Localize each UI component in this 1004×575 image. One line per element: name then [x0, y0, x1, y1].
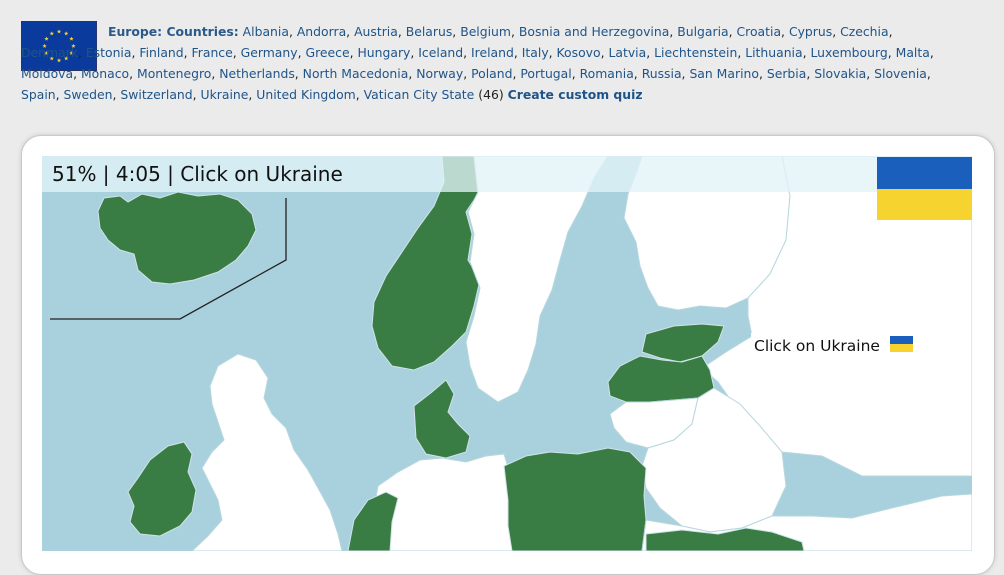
country-link[interactable]: Hungary: [357, 45, 410, 60]
create-custom-quiz-link[interactable]: Create custom quiz: [508, 87, 643, 102]
country-link[interactable]: Kosovo: [557, 45, 601, 60]
country-estonia: [641, 323, 725, 363]
country-link[interactable]: Serbia: [767, 66, 806, 81]
country-latvia: [607, 355, 715, 403]
country-link[interactable]: Bulgaria: [677, 24, 728, 39]
country-link[interactable]: Ukraine: [201, 87, 249, 102]
country-link[interactable]: Luxembourg: [811, 45, 888, 60]
country-link[interactable]: Slovakia: [814, 66, 866, 81]
country-link[interactable]: Monaco: [81, 66, 129, 81]
country-link[interactable]: France: [192, 45, 233, 60]
country-link[interactable]: Sweden: [64, 87, 113, 102]
country-link[interactable]: Slovenia: [874, 66, 927, 81]
country-ireland: [127, 441, 197, 537]
hover-tooltip: Click on Ukraine: [751, 333, 917, 357]
country-link[interactable]: Austria: [354, 24, 398, 39]
country-link[interactable]: Norway: [416, 66, 463, 81]
country-link[interactable]: Greece: [305, 45, 349, 60]
country-link[interactable]: Germany: [241, 45, 298, 60]
country-link[interactable]: Malta: [896, 45, 930, 60]
country-link[interactable]: Czechia: [840, 24, 888, 39]
country-sweden[interactable]: [465, 156, 609, 403]
country-link[interactable]: Estonia: [86, 45, 132, 60]
country-link[interactable]: Portugal: [520, 66, 571, 81]
country-link[interactable]: Switzerland: [120, 87, 192, 102]
country-united-kingdom[interactable]: [191, 353, 343, 551]
country-link[interactable]: Moldova: [21, 66, 73, 81]
country-link[interactable]: Vatican City State: [364, 87, 475, 102]
country-link[interactable]: Italy: [522, 45, 549, 60]
country-count: (46): [478, 87, 504, 102]
country-link[interactable]: Denmark: [21, 45, 78, 60]
country-link[interactable]: Iceland: [418, 45, 463, 60]
country-link[interactable]: Lithuania: [745, 45, 802, 60]
country-link[interactable]: Belarus: [406, 24, 453, 39]
country-link[interactable]: Spain: [21, 87, 56, 102]
quiz-status: 51% | 4:05 | Click on Ukraine: [52, 162, 343, 186]
country-link[interactable]: Croatia: [737, 24, 782, 39]
country-denmark: [413, 379, 471, 459]
country-link[interactable]: Bosnia and Herzegovina: [519, 24, 669, 39]
country-link[interactable]: Albania: [243, 24, 289, 39]
country-link[interactable]: Montenegro: [137, 66, 211, 81]
hover-tooltip-label: Click on Ukraine: [754, 337, 880, 355]
country-link[interactable]: Finland: [139, 45, 183, 60]
ukraine-flag-icon: [877, 157, 972, 220]
country-link[interactable]: Latvia: [608, 45, 646, 60]
country-link[interactable]: Netherlands: [219, 66, 295, 81]
ukraine-mini-flag-icon: [889, 336, 913, 352]
country-link[interactable]: United Kingdom: [256, 87, 355, 102]
country-link[interactable]: Poland: [471, 66, 512, 81]
list-heading: Europe: Countries:: [108, 24, 239, 39]
country-link[interactable]: Russia: [642, 66, 682, 81]
country-link[interactable]: San Marino: [689, 66, 759, 81]
country-poland: [503, 447, 647, 551]
country-list: Europe: Countries: Albania, Andorra, Aus…: [21, 24, 934, 102]
country-link[interactable]: Cyprus: [789, 24, 832, 39]
country-iceland: [97, 191, 257, 285]
country-link[interactable]: Liechtenstein: [654, 45, 737, 60]
header: Europe: Countries: Albania, Andorra, Aus…: [0, 0, 1004, 130]
country-link[interactable]: North Macedonia: [303, 66, 409, 81]
country-link[interactable]: Andorra: [297, 24, 346, 39]
country-link[interactable]: Ireland: [471, 45, 514, 60]
country-netherlands: [347, 491, 399, 551]
country-link[interactable]: Romania: [580, 66, 634, 81]
country-link[interactable]: Belgium: [460, 24, 511, 39]
